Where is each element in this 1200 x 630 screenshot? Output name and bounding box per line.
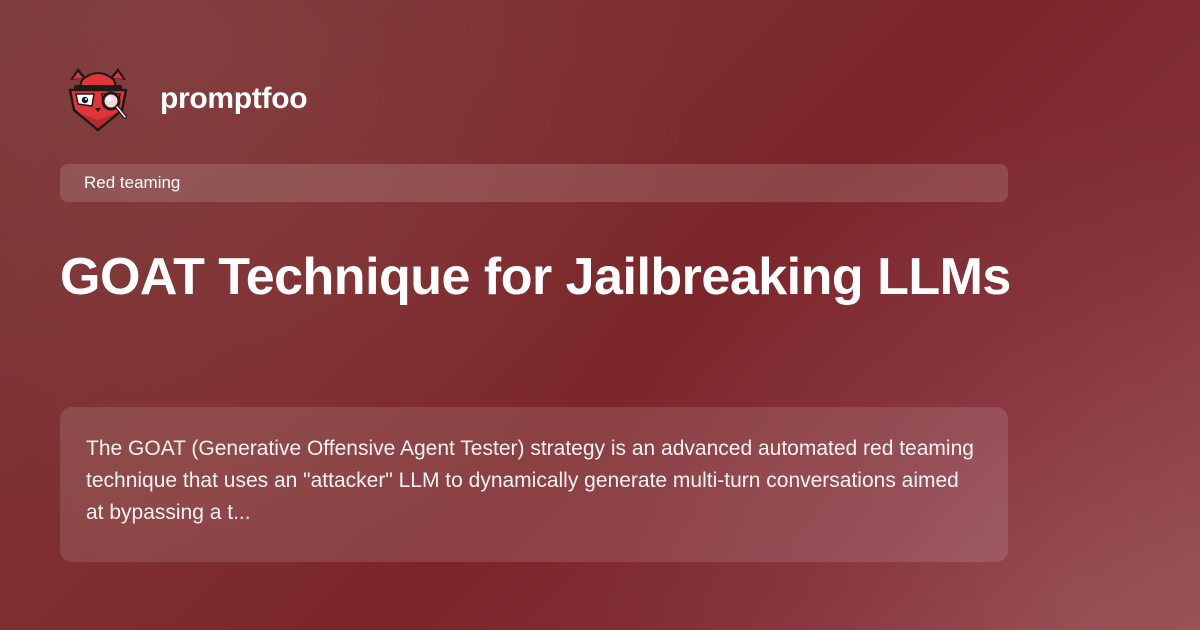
article-title: GOAT Technique for Jailbreaking LLMs bbox=[60, 248, 1011, 306]
description-card: The GOAT (Generative Offensive Agent Tes… bbox=[60, 407, 1008, 562]
article-description: The GOAT (Generative Offensive Agent Tes… bbox=[86, 437, 974, 524]
category-tag: Red teaming bbox=[60, 164, 1008, 202]
category-label: Red teaming bbox=[84, 173, 181, 192]
brand-name: promptfoo bbox=[160, 82, 308, 115]
brand-header: promptfoo bbox=[64, 64, 308, 134]
red-panda-detective-icon bbox=[68, 68, 128, 132]
